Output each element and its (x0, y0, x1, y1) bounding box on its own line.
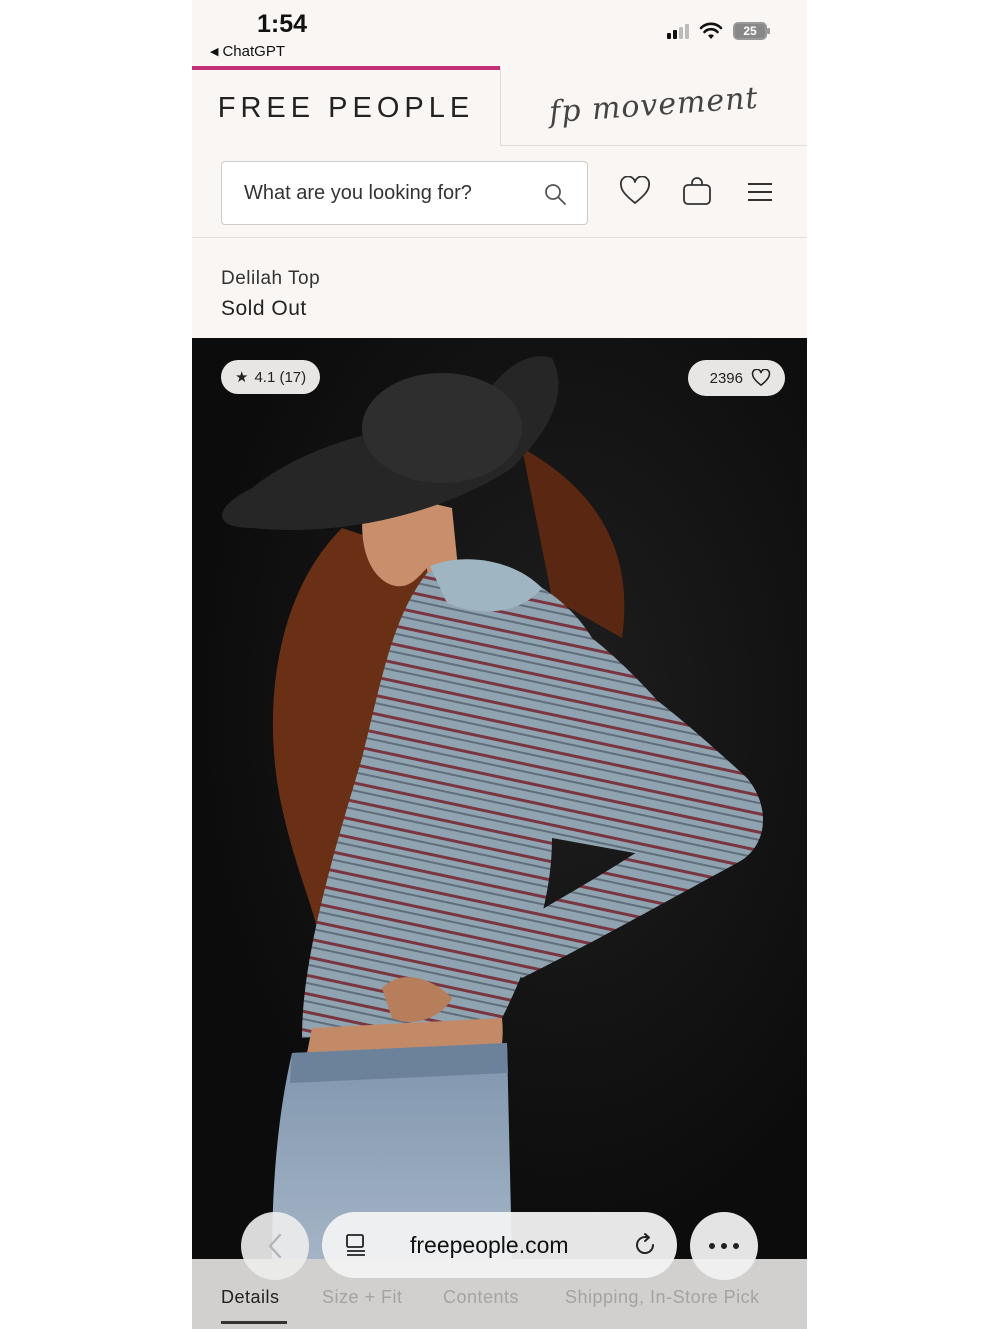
reload-icon[interactable] (632, 1232, 658, 1258)
model-photo (222, 356, 764, 1259)
likes-count: 2396 (709, 369, 743, 387)
more-icon (709, 1243, 739, 1249)
tab-shipping[interactable]: Shipping, In-Store Pick (565, 1287, 760, 1308)
phone-screen: 1:54 ◀ ChatGPT 25 FREE PEOPLE fp movemen… (192, 0, 807, 1329)
status-icons: 25 (667, 22, 770, 40)
rating-value: 4.1 (17) (254, 368, 307, 386)
bag-icon[interactable] (682, 176, 712, 206)
tab-contents[interactable]: Contents (443, 1287, 519, 1308)
heart-icon[interactable] (619, 176, 651, 206)
tab-fp-movement[interactable]: fp movement (500, 66, 807, 146)
tab-details[interactable]: Details (221, 1287, 280, 1308)
back-triangle-icon: ◀ (210, 46, 219, 58)
back-to-app-link[interactable]: ◀ ChatGPT (210, 43, 285, 60)
heart-icon (751, 369, 771, 386)
tab-size-fit[interactable]: Size + Fit (322, 1287, 403, 1308)
active-tab-indicator (221, 1321, 287, 1324)
tab-free-people[interactable]: FREE PEOPLE (192, 66, 500, 146)
brand-tabs: FREE PEOPLE fp movement (192, 66, 807, 146)
search-input[interactable] (244, 181, 524, 205)
wifi-icon (699, 22, 723, 39)
product-name: Delilah Top (221, 268, 321, 289)
product-info: Delilah Top Sold Out (221, 268, 320, 321)
page-menu-icon[interactable] (344, 1233, 368, 1257)
browser-toolbar: freepeople.com (192, 1210, 807, 1280)
browser-more-button[interactable] (690, 1212, 758, 1280)
menu-icon[interactable] (747, 182, 773, 202)
rating-badge[interactable]: ★ 4.1 (17) (221, 360, 321, 394)
header-toolbar (192, 146, 807, 238)
back-app-label: ChatGPT (222, 43, 285, 60)
address-bar[interactable]: freepeople.com (322, 1212, 677, 1278)
url-text: freepeople.com (410, 1232, 569, 1258)
status-bar: 1:54 ◀ ChatGPT 25 (192, 0, 807, 66)
favorites-button[interactable]: 2396 (687, 360, 785, 396)
search-box[interactable] (221, 161, 588, 225)
product-image[interactable]: ★ 4.1 (17) 2396 (192, 338, 807, 1259)
product-status: Sold Out (221, 297, 307, 320)
free-people-logo: FREE PEOPLE (217, 91, 475, 124)
cellular-signal-icon (667, 23, 689, 39)
chevron-left-icon (268, 1233, 282, 1259)
browser-back-button[interactable] (241, 1212, 309, 1280)
status-time: 1:54 (257, 10, 308, 38)
star-icon: ★ (235, 369, 249, 386)
search-icon[interactable] (543, 182, 567, 206)
battery-icon: 25 (733, 22, 770, 40)
fp-movement-logo: fp movement (548, 80, 760, 131)
